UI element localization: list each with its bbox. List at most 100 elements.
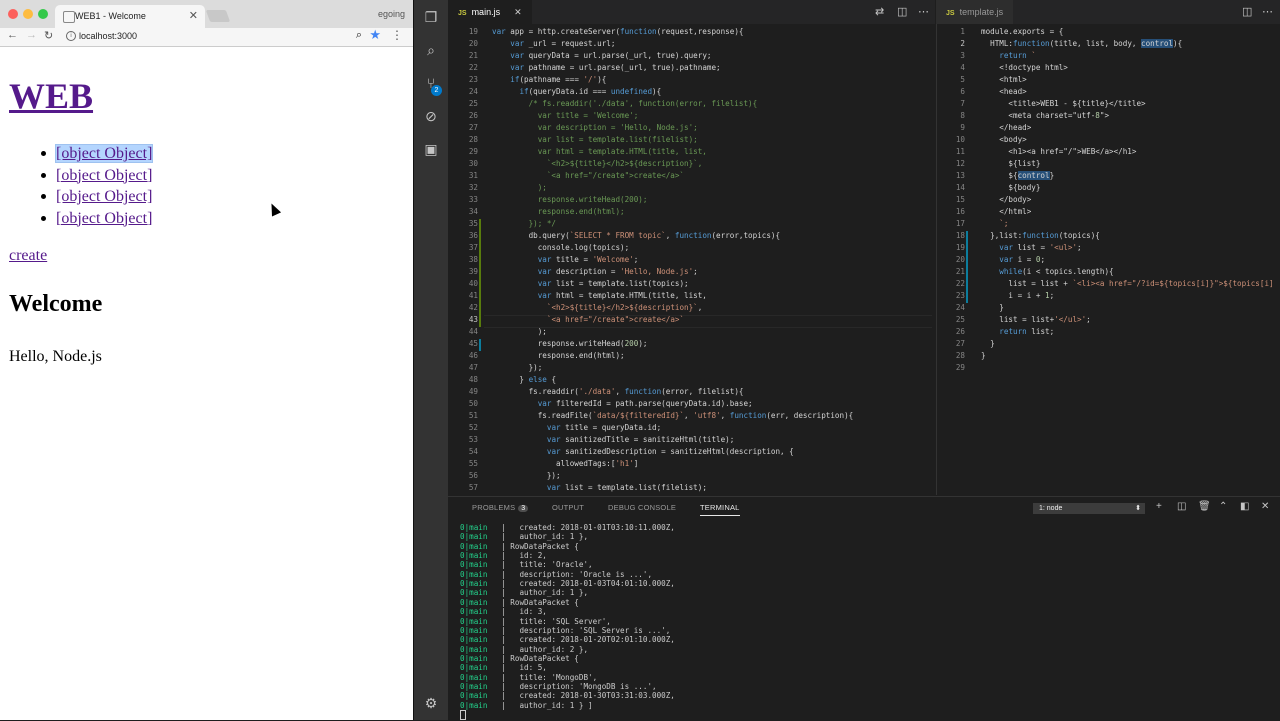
zoom-icon[interactable]: ⌕ — [356, 29, 362, 42]
trash-icon[interactable]: 🗑 — [1198, 501, 1211, 512]
line-number: 21 — [468, 51, 478, 60]
activity-bar: ❐ ⌕ ⑂ 2 ⊘ ▣ ⚙ — [414, 0, 448, 720]
terminal-line: 0|main | title: 'Oracle', — [460, 560, 593, 570]
code-line: var description = 'Hello, Node.js'; — [537, 267, 698, 276]
toggle-panel-icon[interactable]: ◧ — [1240, 501, 1249, 512]
code-line: } — [981, 351, 986, 360]
code-line: fs.readFile(`data/${filteredId}`, 'utf8'… — [492, 411, 854, 420]
line-number: 22 — [955, 279, 965, 288]
page-subheading: Welcome — [9, 291, 103, 317]
topic-link[interactable]: [object Object] — [56, 210, 152, 227]
extensions-icon[interactable]: ▣ — [422, 140, 440, 158]
chevron-up-icon[interactable]: ⌃ — [1219, 501, 1227, 512]
terminal-select[interactable]: 1: node ⬍ — [1033, 503, 1145, 514]
code-line: var description = 'Hello, Node.js'; — [492, 123, 698, 132]
line-number: 11 — [955, 147, 965, 156]
forward-arrow-icon[interactable]: → — [26, 29, 37, 41]
code-line: var list = template.list(topics); — [537, 279, 689, 288]
bookmark-star-icon[interactable]: ★ — [369, 27, 381, 43]
line-number: 27 — [955, 339, 965, 348]
line-number: 3 — [960, 51, 965, 60]
line-number: 28 — [468, 135, 478, 144]
topic-link[interactable]: [object Object] — [56, 167, 152, 184]
code-line: list = list+'</ul>'; — [981, 315, 1091, 324]
page-description: Hello, Node.js — [9, 348, 102, 365]
create-link[interactable]: create — [9, 247, 47, 265]
explorer-icon[interactable]: ❐ — [422, 8, 440, 26]
tab-template-js[interactable]: JS template.js — [936, 0, 1014, 24]
search-icon[interactable]: ⌕ — [422, 41, 440, 59]
split-editor-icon[interactable]: ◫ — [897, 0, 907, 24]
line-number: 16 — [955, 207, 965, 216]
window-close-button[interactable] — [8, 9, 18, 19]
code-line: var queryData = url.parse(_url, true).qu… — [510, 51, 712, 60]
code-line: } — [981, 303, 1004, 312]
tab-terminal[interactable]: TERMINAL — [700, 503, 740, 516]
close-icon[interactable]: ✕ — [1261, 501, 1269, 512]
source-control-badge: 2 — [431, 85, 442, 96]
line-number: 20 — [468, 39, 478, 48]
line-number: 41 — [468, 291, 478, 300]
back-arrow-icon[interactable]: ← — [7, 29, 18, 41]
code-line: /* fs.readdir('./data', function(error, … — [492, 99, 758, 108]
site-info-icon[interactable]: i — [66, 31, 76, 41]
browser-tab[interactable]: WEB1 - Welcome ✕ — [55, 5, 205, 28]
line-number: 26 — [955, 327, 965, 336]
code-line: if(queryData.id === undefined){ — [519, 87, 662, 96]
main-js-editor[interactable]: 19 var app = http.createServer(function(r… — [448, 24, 935, 495]
code-line: var title = 'Welcome'; — [537, 255, 639, 264]
tab-debug-console[interactable]: DEBUG CONSOLE — [608, 503, 676, 512]
line-number: 35 — [468, 219, 478, 228]
template-js-editor[interactable]: 1 module.exports = {2 HTML:function(title… — [936, 24, 1280, 495]
code-line: response.writeHead(200); — [492, 339, 648, 348]
line-number: 21 — [955, 267, 965, 276]
split-terminal-icon[interactable]: ◫ — [1177, 501, 1186, 512]
line-number: 10 — [955, 135, 965, 144]
line-number: 43 — [468, 315, 478, 324]
gear-icon[interactable]: ⚙ — [422, 694, 440, 712]
line-number: 48 — [468, 375, 478, 384]
close-icon[interactable]: ✕ — [514, 7, 522, 17]
code-line: var _url = request.url; — [510, 39, 616, 48]
code-line: while(i < topics.length){ — [999, 267, 1114, 276]
more-actions-icon[interactable]: ⋯ — [918, 0, 929, 24]
code-line: var sanitizedDescription = sanitizeHtml(… — [546, 447, 794, 456]
editor-tabs-right: JS template.js ◫ ⋯ — [936, 0, 1280, 24]
terminal-line: 0|main | title: 'MongoDB', — [460, 672, 598, 682]
topic-link[interactable]: [object Object] — [56, 188, 152, 205]
page-heading-link[interactable]: WEB — [9, 75, 93, 117]
browser-profile-name[interactable]: egoing — [378, 9, 405, 19]
tab-main-js[interactable]: JS main.js ✕ — [448, 0, 532, 24]
gutter-changed-marker — [966, 231, 968, 303]
window-maximize-button[interactable] — [38, 9, 48, 19]
code-line: ); — [492, 327, 547, 336]
line-number: 40 — [468, 279, 478, 288]
window-minimize-button[interactable] — [23, 9, 33, 19]
open-changes-icon[interactable]: ⇄ — [875, 0, 884, 24]
line-number: 25 — [468, 99, 478, 108]
mouse-pointer-icon — [266, 201, 282, 217]
list-item: [object Object] — [38, 143, 154, 165]
terminal-output[interactable]: 0|main | created: 2018-01-01T03:10:11.00… — [460, 523, 1260, 720]
code-line: i = i + 1; — [981, 291, 1055, 300]
more-actions-icon[interactable]: ⋯ — [1262, 0, 1273, 24]
code-line: }); */ — [492, 219, 557, 228]
code-line: allowedTags:['h1'] — [492, 459, 639, 468]
tab-output[interactable]: OUTPUT — [552, 503, 584, 512]
add-terminal-icon[interactable]: + — [1156, 501, 1162, 512]
terminal-line: 0|main | description: 'SQL Server is ...… — [460, 625, 671, 635]
reload-icon[interactable]: ↻ — [44, 29, 53, 42]
line-number: 36 — [468, 231, 478, 240]
tab-problems[interactable]: PROBLEMS 3 — [472, 503, 529, 512]
line-number: 31 — [468, 171, 478, 180]
line-number: 4 — [960, 63, 965, 72]
split-editor-icon[interactable]: ◫ — [1242, 0, 1252, 24]
debug-icon[interactable]: ⊘ — [422, 107, 440, 125]
address-bar[interactable]: i localhost:3000 ⌕ ★ — [62, 27, 388, 44]
code-line: <h1><a href="/">WEB</a></h1> — [981, 147, 1137, 156]
browser-menu-icon[interactable]: ⋮ — [391, 28, 403, 42]
new-tab-button[interactable] — [205, 10, 231, 22]
line-number: 15 — [955, 195, 965, 204]
topic-link[interactable]: [object Object] — [54, 144, 154, 163]
tab-close-icon[interactable]: ✕ — [189, 9, 198, 22]
